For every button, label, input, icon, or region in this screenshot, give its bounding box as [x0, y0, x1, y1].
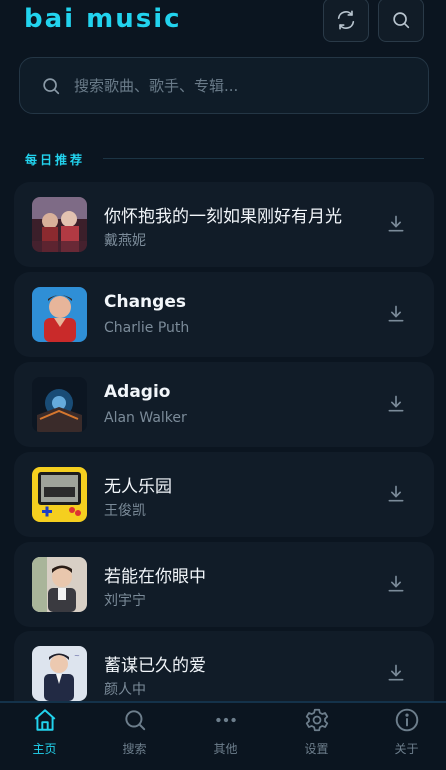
download-icon[interactable]	[386, 663, 406, 683]
song-card[interactable]: 你怀抱我的一刻如果刚好有月光 戴燕妮	[14, 182, 434, 267]
nav-item-search[interactable]: 搜索	[90, 705, 179, 770]
album-cover[interactable]	[32, 287, 87, 342]
nav-label: 关于	[394, 742, 419, 756]
nav-label: 其他	[213, 742, 238, 756]
search-bar[interactable]	[19, 57, 429, 114]
section-divider	[103, 158, 424, 159]
app-header: bai music	[0, 0, 446, 48]
header-search-button[interactable]	[378, 0, 424, 42]
album-cover[interactable]: ~	[32, 646, 87, 701]
album-cover[interactable]	[32, 467, 87, 522]
search-input[interactable]	[74, 76, 394, 95]
download-icon[interactable]	[386, 574, 406, 594]
app-logo: bai music	[24, 4, 182, 34]
search-icon	[43, 77, 60, 94]
song-card[interactable]: Adagio Alan Walker	[14, 362, 434, 447]
download-icon[interactable]	[386, 394, 406, 414]
song-title: Adagio	[104, 382, 171, 402]
song-card[interactable]: Changes Charlie Puth	[14, 272, 434, 357]
nav-label: 主页	[32, 742, 57, 756]
song-artist: Alan Walker	[104, 410, 187, 426]
song-card[interactable]: 若能在你眼中 刘宇宁	[14, 542, 434, 627]
gear-icon	[305, 708, 328, 732]
nav-label: 搜索	[122, 742, 147, 756]
album-cover[interactable]	[32, 377, 87, 432]
song-artist: 刘宇宁	[104, 593, 146, 609]
nav-item-home[interactable]: 主页	[0, 705, 89, 770]
more-icon	[215, 717, 236, 723]
song-artist: Charlie Puth	[104, 320, 190, 336]
nav-item-more[interactable]: 其他	[181, 705, 270, 770]
bottom-nav: 主页 搜索 其他 设置 关于	[0, 701, 446, 770]
download-icon[interactable]	[386, 214, 406, 234]
download-icon[interactable]	[386, 304, 406, 324]
nav-item-settings[interactable]: 设置	[272, 705, 361, 770]
svg-text:~: ~	[74, 652, 80, 660]
refresh-button[interactable]	[323, 0, 369, 42]
song-artist: 颜人中	[104, 682, 146, 698]
song-title: 若能在你眼中	[104, 567, 206, 587]
song-title: Changes	[104, 292, 186, 312]
song-card[interactable]: 无人乐园 王俊凯	[14, 452, 434, 537]
song-artist: 王俊凯	[104, 503, 146, 519]
search-icon	[393, 12, 410, 29]
song-title: 无人乐园	[104, 477, 172, 497]
nav-item-about[interactable]: 关于	[362, 705, 446, 770]
refresh-icon	[337, 10, 355, 30]
download-icon[interactable]	[386, 484, 406, 504]
search-icon	[124, 710, 145, 731]
album-cover[interactable]	[32, 557, 87, 612]
section-title: 每日推荐	[25, 153, 86, 167]
song-artist: 戴燕妮	[104, 233, 146, 249]
info-icon	[395, 708, 418, 732]
song-title: 蓄谋已久的爱	[104, 656, 206, 676]
song-title: 你怀抱我的一刻如果刚好有月光	[104, 207, 342, 227]
home-icon	[34, 709, 55, 731]
nav-label: 设置	[304, 742, 329, 756]
album-cover[interactable]	[32, 197, 87, 252]
